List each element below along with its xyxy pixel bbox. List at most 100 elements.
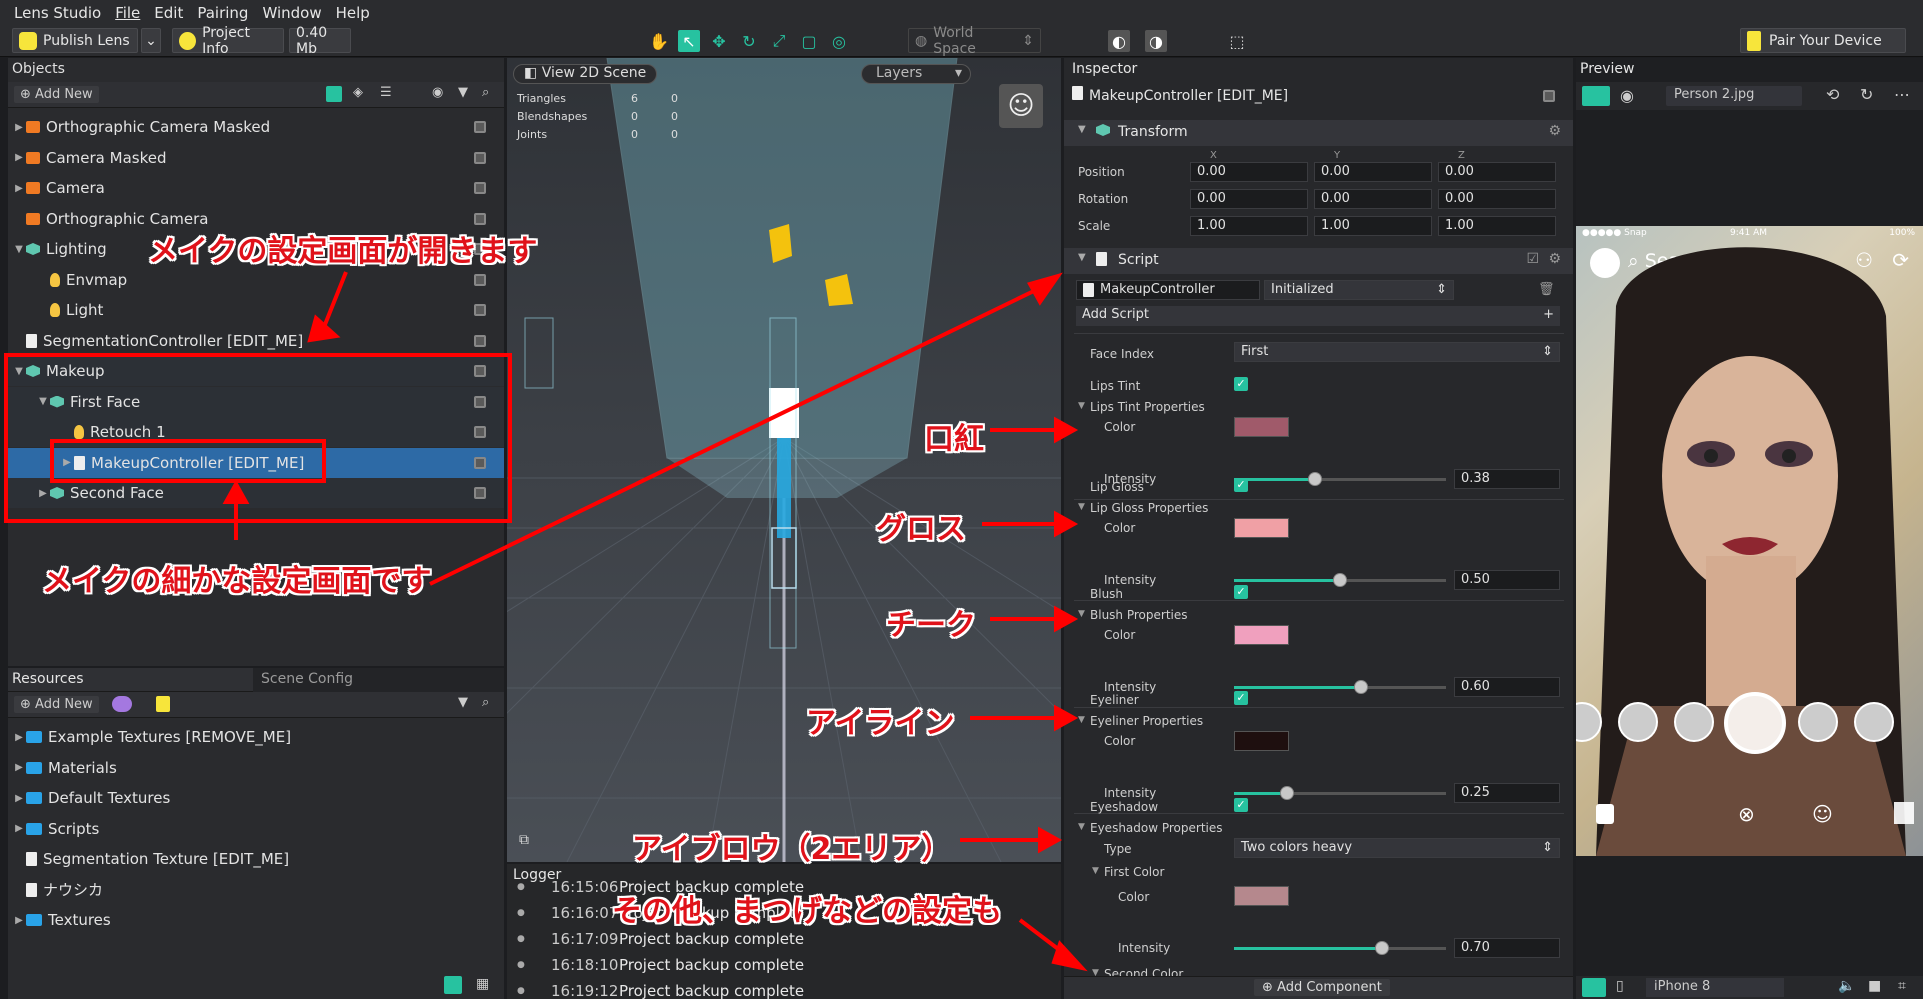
list-view-icon[interactable] [444, 976, 462, 994]
project-info-button[interactable]: Project Info [172, 25, 284, 57]
checkbox[interactable]: ✓ [1234, 377, 1248, 391]
lens-option[interactable] [1798, 702, 1838, 742]
collapse-arrow-icon[interactable]: ▶ [12, 762, 26, 773]
grid-view-icon[interactable]: ▦ [476, 976, 489, 992]
capture-button[interactable] [1724, 692, 1786, 754]
script-state-select[interactable]: Initialized ⇕ [1264, 280, 1454, 300]
preview-screen[interactable]: ●●●●● Snap 9:41 AM 100% ⌕ Search ⚇ ⟳ ⊗ [1576, 226, 1923, 856]
resources-add-new-button[interactable]: ⊕ Add New [14, 696, 99, 713]
collapse-arrow-icon[interactable]: ▶ [12, 823, 26, 834]
script-header[interactable]: ▼ Script ☑ ⚙ [1064, 248, 1573, 274]
enabled-checkbox[interactable] [474, 487, 486, 499]
close-icon[interactable]: ⊗ [1738, 802, 1755, 826]
preview-media-select[interactable]: Person 2.jpg [1666, 86, 1802, 106]
snap-ghost-icon[interactable]: ☺ [999, 84, 1043, 128]
resource-item[interactable]: ▶ Scripts [8, 814, 504, 844]
more-icon[interactable]: ⋯ [1894, 85, 1910, 104]
collapse-arrow-icon[interactable]: ▼ [1078, 609, 1085, 619]
slider-handle[interactable] [1333, 573, 1347, 587]
publish-dropdown-button[interactable]: ⌄ [141, 28, 161, 53]
resource-item[interactable]: ▶ Materials [8, 753, 504, 783]
search-icon[interactable]: ⌕ [482, 85, 489, 100]
publish-lens-button[interactable]: Publish Lens [12, 28, 138, 53]
viewport-corner-icon[interactable]: ⧉ [519, 832, 529, 848]
rotate-tool-icon[interactable]: ↻ [738, 30, 760, 52]
enabled-checkbox[interactable] [474, 304, 486, 316]
slider-handle[interactable] [1307, 472, 1322, 486]
enabled-checkbox[interactable] [474, 151, 486, 164]
intensity-value-field[interactable]: 0.38 [1454, 469, 1560, 489]
transform-value-field[interactable]: 0.00 [1190, 189, 1308, 209]
stories-icon[interactable] [1894, 802, 1914, 824]
tab-scene-config[interactable]: Scene Config [253, 668, 504, 692]
enabled-checkbox[interactable] [1543, 90, 1555, 102]
image-preview-icon[interactable] [1582, 86, 1610, 106]
enabled-checkbox[interactable] [474, 395, 486, 408]
trash-icon[interactable]: 🗑 [1538, 282, 1555, 297]
object-tree-item[interactable]: SegmentationController [EDIT_ME] [8, 326, 504, 356]
collapse-arrow-icon[interactable]: ▶ [12, 122, 26, 133]
scale-tool-icon[interactable]: ⤢ [768, 30, 790, 52]
phone-portrait-icon[interactable] [1582, 978, 1606, 997]
lens-option[interactable] [1854, 702, 1894, 742]
memories-icon[interactable] [1596, 804, 1614, 824]
intensity-slider[interactable] [1234, 573, 1446, 587]
resource-item[interactable]: ナウシカ [8, 875, 504, 905]
hierarchy-icon[interactable]: ☰ [380, 85, 392, 100]
checkbox-icon[interactable]: ☑ [1526, 251, 1539, 267]
face-index-select[interactable]: First ⇕ [1234, 342, 1560, 362]
intensity-slider[interactable] [1234, 472, 1446, 486]
enabled-checkbox[interactable] [474, 212, 486, 225]
enabled-checkbox[interactable] [474, 426, 486, 438]
color-swatch[interactable] [1234, 625, 1289, 645]
object-tree-item[interactable]: ▼ Makeup [8, 356, 504, 386]
lens-option[interactable] [1618, 702, 1658, 742]
object-tree-item[interactable]: ▶ Second Face [8, 478, 504, 508]
object-tree-item[interactable]: ▶ MakeupController [EDIT_ME] [8, 447, 504, 478]
color-swatch[interactable] [1234, 417, 1289, 437]
color-swatch[interactable] [1234, 518, 1289, 538]
eyeshadow-type-select[interactable]: Two colors heavy ⇕ [1234, 838, 1560, 858]
intensity-slider[interactable] [1234, 941, 1446, 955]
expand-arrow-icon[interactable]: ▼ [36, 396, 50, 407]
object-tree-item[interactable]: Light [8, 295, 504, 325]
mute-icon[interactable]: 🔈 [1838, 978, 1855, 994]
resource-item[interactable]: ▶ Example Textures [REMOVE_ME] [8, 722, 504, 752]
device-select[interactable]: iPhone 8 [1646, 978, 1784, 997]
filter-icon[interactable]: ▼ [458, 695, 468, 710]
transform-value-field[interactable]: 1.00 [1314, 216, 1432, 236]
expand-arrow-icon[interactable]: ▼ [12, 244, 26, 255]
marker-icon[interactable]: ◐ [1108, 30, 1130, 52]
gear-icon[interactable]: ⚙ [1548, 251, 1561, 267]
collapse-arrow-icon[interactable]: ▶ [12, 793, 26, 804]
pair-device-button[interactable]: Pair Your Device [1740, 28, 1906, 53]
intensity-value-field[interactable]: 0.70 [1454, 938, 1560, 958]
objects-add-new-button[interactable]: ⊕ Add New [14, 86, 99, 103]
collapse-arrow-icon[interactable]: ▼ [1078, 502, 1085, 512]
intensity-value-field[interactable]: 0.60 [1454, 677, 1560, 697]
collapse-arrow-icon[interactable]: ▼ [1092, 866, 1099, 876]
collapse-arrow-icon[interactable]: ▶ [12, 152, 26, 163]
object-tree-item[interactable]: ▶ Camera Masked [8, 143, 504, 173]
snap-icon[interactable]: ⬚ [1226, 30, 1248, 52]
add-component-button[interactable]: ⊕ Add Component [1254, 979, 1390, 996]
record-icon[interactable]: ■ [1868, 978, 1881, 994]
collapse-arrow-icon[interactable]: ▼ [1078, 401, 1085, 411]
slider-handle[interactable] [1354, 680, 1369, 694]
transform-value-field[interactable]: 0.00 [1438, 162, 1556, 182]
checkbox[interactable]: ✓ [1234, 585, 1248, 599]
focus-tool-icon[interactable]: ◎ [828, 30, 850, 52]
transform-header[interactable]: ▼ Transform ⚙ [1064, 120, 1573, 146]
menu-edit[interactable]: Edit [154, 4, 183, 22]
search-icon[interactable]: ⌕ [482, 695, 489, 710]
enabled-checkbox[interactable] [474, 121, 486, 133]
eye-icon[interactable]: ◉ [432, 85, 443, 100]
transform-value-field[interactable]: 0.00 [1314, 162, 1432, 182]
gear-icon[interactable]: ⚙ [1548, 123, 1561, 139]
checkbox[interactable]: ✓ [1234, 691, 1248, 705]
object-tree-item[interactable]: ▶ Camera [8, 173, 504, 203]
object-tree-item[interactable]: ▶ Orthographic Camera Masked [8, 112, 504, 142]
asset-library-icon[interactable] [112, 696, 132, 712]
collapse-arrow-icon[interactable]: ▼ [1078, 822, 1085, 832]
collapse-arrow-icon[interactable]: ▶ [12, 915, 26, 926]
